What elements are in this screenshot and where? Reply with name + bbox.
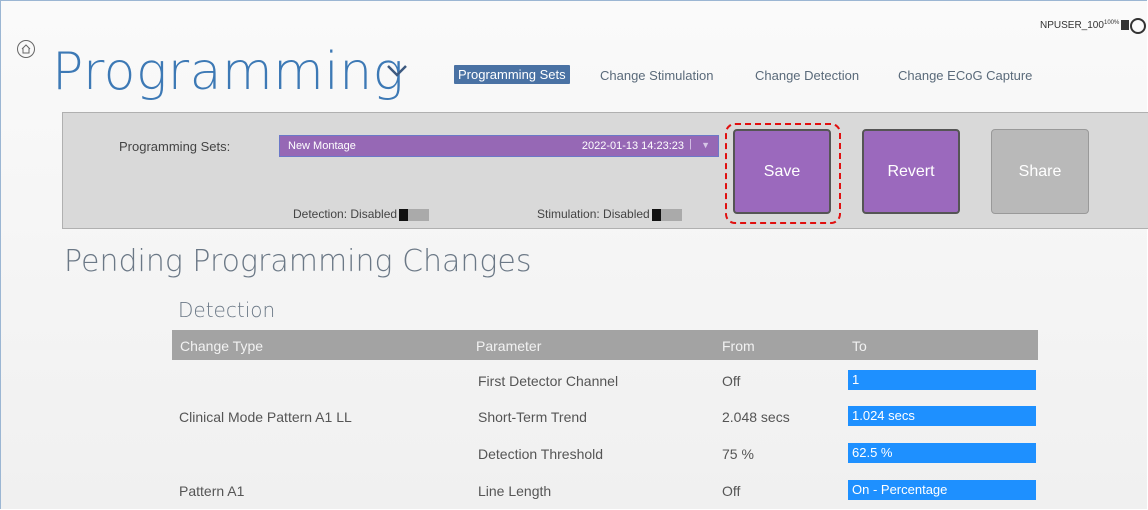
revert-button[interactable]: Revert — [862, 129, 960, 214]
table-cell-from: Off — [722, 373, 741, 389]
pending-changes-heading: Pending Programming Changes — [64, 244, 532, 279]
table-cell-to: On - Percentage — [848, 480, 1036, 500]
user-name: NPUSER_100 — [1040, 20, 1104, 31]
detection-status-label: Detection: Disabled — [293, 207, 398, 221]
tab-change-ecog-capture[interactable]: Change ECoG Capture — [898, 68, 1032, 83]
detection-section-heading: Detection — [178, 298, 276, 322]
col-from: From — [722, 338, 755, 354]
table-cell-parameter: Line Length — [478, 483, 552, 499]
share-button[interactable]: Share — [991, 129, 1089, 214]
programming-set-panel: Programming Sets: New Montage 2022-01-13… — [62, 112, 1148, 229]
programming-sets-label: Programming Sets: — [119, 139, 231, 154]
table-header: Change Type Parameter From To — [172, 330, 1038, 360]
table-cell-parameter: Detection Threshold — [478, 446, 604, 462]
table-cell-to: 1 — [848, 370, 1036, 390]
table-cell-change-type: Pattern A1 — [179, 483, 245, 499]
table-cell-to: 62.5 % — [848, 443, 1036, 463]
stimulation-status: Stimulation: Disabled — [537, 207, 682, 221]
detection-toggle[interactable] — [399, 208, 430, 221]
table-cell-parameter: First Detector Channel — [478, 373, 619, 389]
programming-set-select[interactable]: New Montage 2022-01-13 14:23:23 | ▼ — [279, 135, 719, 157]
stimulation-status-label: Stimulation: Disabled — [537, 207, 650, 221]
home-icon[interactable] — [17, 40, 35, 58]
table-cell-from: 2.048 secs — [722, 409, 790, 425]
save-highlight-annotation — [725, 123, 841, 224]
tab-programming-sets[interactable]: Programming Sets — [454, 65, 570, 84]
battery-level: 100% — [1104, 20, 1120, 26]
battery-icon — [1121, 20, 1130, 30]
chevron-down-icon[interactable] — [386, 64, 408, 78]
select-date: 2022-01-13 14:23:23 — [581, 140, 684, 152]
stimulation-toggle[interactable] — [651, 208, 682, 221]
table-cell-to: 1.024 secs — [848, 406, 1036, 426]
select-value: New Montage — [288, 140, 356, 152]
table-cell-from: Off — [722, 483, 741, 499]
battery-status: 100% — [1104, 20, 1130, 30]
table-cell-parameter: Short-Term Trend — [478, 409, 587, 425]
col-change-type: Change Type — [180, 338, 264, 354]
detection-status: Detection: Disabled — [293, 207, 430, 221]
table-cell-change-type: Clinical Mode Pattern A1 LL — [179, 409, 352, 425]
col-parameter: Parameter — [476, 338, 542, 354]
connection-icon[interactable] — [1130, 18, 1146, 34]
page-title: Programming — [52, 42, 405, 102]
tab-change-stimulation[interactable]: Change Stimulation — [600, 68, 713, 83]
tab-change-detection[interactable]: Change Detection — [755, 68, 859, 83]
dropdown-arrow-icon[interactable]: ▼ — [701, 140, 710, 150]
col-to: To — [852, 338, 867, 354]
table-cell-from: 75 % — [722, 446, 754, 462]
select-separator: | — [689, 138, 692, 150]
